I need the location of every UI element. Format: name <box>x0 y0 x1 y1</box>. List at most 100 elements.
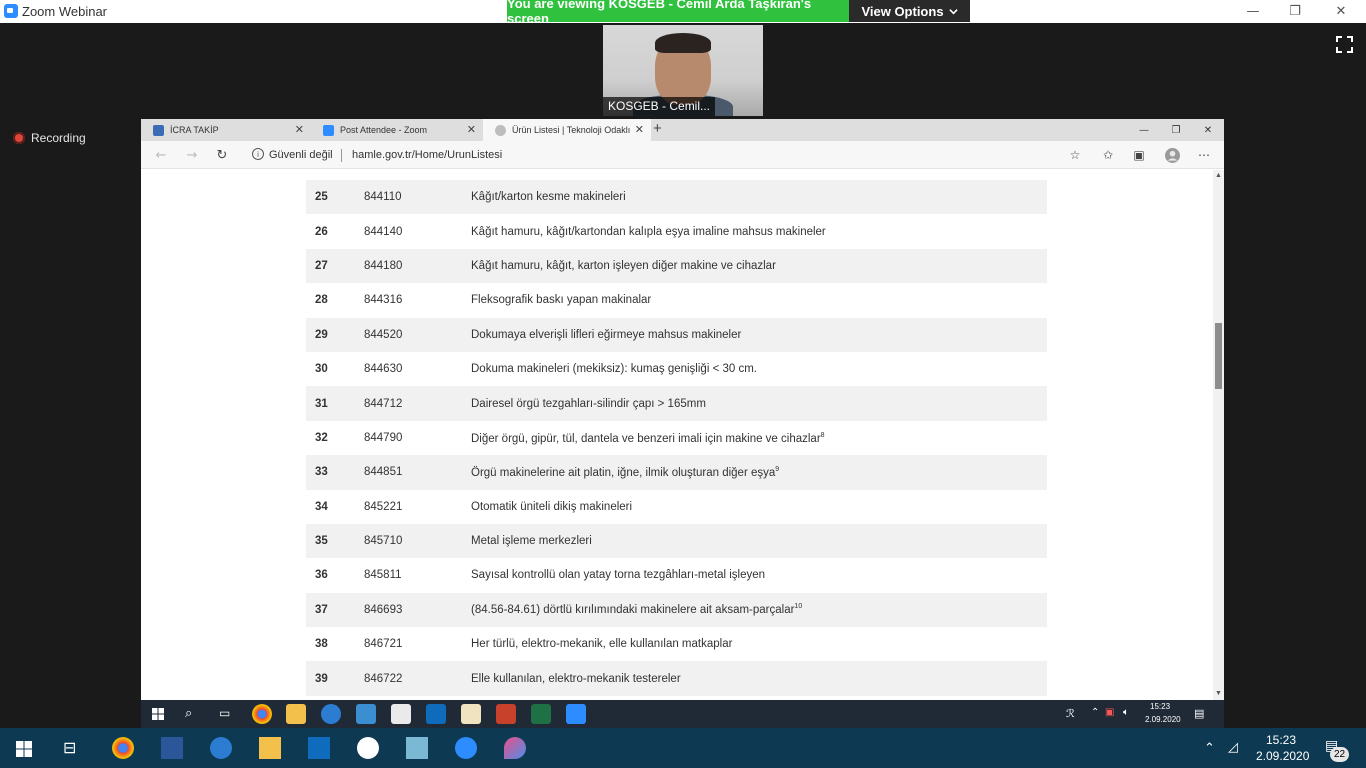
footnote-ref[interactable]: 10 <box>794 603 802 610</box>
wifi-icon[interactable]: ◿ <box>1228 739 1238 755</box>
shared-browser-window: İCRA TAKİP ✕ Post Attendee - Zoom ✕ Ürün… <box>141 119 1224 700</box>
new-tab-icon[interactable]: + <box>653 120 662 137</box>
view-options-button[interactable]: View Options <box>849 0 970 22</box>
page-scrollbar[interactable]: ▲ ▼ <box>1213 170 1224 700</box>
footnote-ref[interactable]: 8 <box>821 432 825 439</box>
local-clock-date[interactable]: 2.09.2020 <box>1256 749 1309 763</box>
store-icon[interactable] <box>391 704 411 724</box>
row-description-text: Fleksografik baskı yapan makinalar <box>471 294 652 307</box>
start-windows-icon[interactable] <box>16 741 32 757</box>
zoom-app-icon[interactable] <box>455 737 477 759</box>
info-icon[interactable]: i <box>252 148 264 160</box>
mail-icon[interactable] <box>356 704 376 724</box>
zoom-maximize-button[interactable]: ❐ <box>1272 0 1318 23</box>
product-table: 25 844110 Kâğıt/karton kesme makineleri 26 8… <box>306 180 1047 696</box>
yandex-icon[interactable] <box>357 737 379 759</box>
edge-icon[interactable] <box>321 704 341 724</box>
volume-icon[interactable]: 🔈︎ <box>1123 707 1129 718</box>
local-taskbar: ⊟ ⌃ ◿ 15:23 2.09.2020 ▤ 22 <box>0 728 1366 768</box>
tab-favicon-icon <box>153 124 164 136</box>
table-row: 30 844630 Dokuma makineleri (mekiksiz): ku… <box>306 351 1047 387</box>
table-row: 34 845221 Otomatik üniteli dikiş makineler… <box>306 489 1047 524</box>
table-row: 28 844316 Fleksografik baskı yapan makinal… <box>306 283 1047 318</box>
scrollbar-thumb[interactable] <box>1215 323 1222 389</box>
scroll-up-icon[interactable]: ▲ <box>1215 172 1222 179</box>
viewing-screen-banner: You are viewing KOSGEB - Cemil Arda Taşk… <box>507 0 849 26</box>
row-description: Kâğıt hamuru, kâğıt/kartondan kalıpla eş… <box>471 226 826 238</box>
zoom-close-button[interactable]: ✕ <box>1318 0 1364 23</box>
file-explorer-icon[interactable] <box>259 737 281 759</box>
search-icon[interactable]: ⌕ <box>185 705 192 721</box>
powerpoint-icon[interactable] <box>496 704 516 724</box>
recording-indicator: Recording <box>13 131 86 145</box>
row-description-text: Her türlü, elektro-mekanik, elle kullanı… <box>471 638 733 651</box>
address-bar[interactable]: hamle.gov.tr/Home/UrunListesi <box>352 149 502 161</box>
profile-avatar-icon[interactable] <box>1164 147 1180 163</box>
outlook-icon[interactable] <box>308 737 330 759</box>
word-icon[interactable] <box>161 737 183 759</box>
start-windows-icon[interactable] <box>152 708 164 720</box>
notes-icon[interactable] <box>461 704 481 724</box>
recording-label: Recording <box>31 131 86 145</box>
row-code: 844630 <box>364 363 403 376</box>
browser-restore-button[interactable]: ❐ <box>1160 119 1192 141</box>
remote-clock-date[interactable]: 2.09.2020 <box>1145 715 1181 724</box>
excel-icon[interactable] <box>531 704 551 724</box>
browser-tab-zoom[interactable]: Post Attendee - Zoom ✕ <box>311 119 483 141</box>
row-code: 845710 <box>364 535 403 548</box>
scroll-down-icon[interactable]: ▼ <box>1215 690 1222 697</box>
outlook-icon[interactable] <box>426 704 446 724</box>
favorites-icon[interactable]: ✩ <box>1100 147 1116 163</box>
row-description: Dairesel örgü tezgahları-silindir çapı >… <box>471 398 706 410</box>
row-code: 844712 <box>364 397 403 410</box>
paint-icon[interactable] <box>504 737 526 759</box>
url-separator <box>341 149 342 162</box>
chrome-icon[interactable] <box>252 704 272 724</box>
chrome-icon[interactable] <box>112 737 134 759</box>
refresh-icon[interactable]: ↻ <box>213 146 231 164</box>
remote-clock-time[interactable]: 15:23 <box>1150 702 1170 711</box>
browser-close-button[interactable]: ✕ <box>1192 119 1224 141</box>
tab-close-icon[interactable]: ✕ <box>635 123 644 136</box>
row-description: Dokuma makineleri (mekiksiz): kumaş geni… <box>471 363 757 375</box>
browser-tab-icra[interactable]: İCRA TAKİP ✕ <box>141 119 311 141</box>
battery-icon[interactable]: ▣ <box>1105 707 1114 718</box>
row-number: 31 <box>315 397 328 410</box>
task-view-icon[interactable]: ▭ <box>219 706 230 720</box>
local-clock-time[interactable]: 15:23 <box>1266 733 1296 747</box>
tab-label: Ürün Listesi | Teknoloji Odaklı Sa <box>512 125 632 135</box>
action-center-icon[interactable]: ▤ <box>1194 707 1204 720</box>
video-participant-label: KOSGEB - Cemil... <box>603 97 716 116</box>
people-icon[interactable]: ℛ <box>1066 707 1075 720</box>
browser-tab-urun-listesi[interactable]: Ürün Listesi | Teknoloji Odaklı Sa ✕ <box>483 119 651 141</box>
task-view-icon[interactable]: ⊟ <box>63 738 76 758</box>
row-code: 844520 <box>364 328 403 341</box>
table-row: 36 845811 Sayısal kontrollü olan yatay tor… <box>306 558 1047 593</box>
table-row: 39 846722 Elle kullanılan, elektro-mekanik… <box>306 661 1047 696</box>
collections-icon[interactable]: ▣ <box>1131 147 1147 163</box>
back-arrow-icon[interactable]: ← <box>152 146 170 164</box>
security-status[interactable]: Güvenli değil <box>269 149 333 161</box>
video-tile[interactable]: KOSGEB - Cemil... <box>603 25 763 116</box>
forward-arrow-icon[interactable]: → <box>183 146 201 164</box>
tray-chevron-icon[interactable]: ⌃ <box>1204 740 1215 756</box>
row-number: 37 <box>315 603 328 616</box>
row-description-text: Kâğıt/karton kesme makineleri <box>471 191 626 204</box>
app-icon[interactable] <box>406 737 428 759</box>
zoom-app-icon[interactable] <box>566 704 586 724</box>
footnote-ref[interactable]: 9 <box>775 466 779 473</box>
browser-minimize-button[interactable]: — <box>1128 119 1160 141</box>
tray-chevron-icon[interactable]: ⌃ <box>1091 707 1099 718</box>
edge-icon[interactable] <box>210 737 232 759</box>
row-description: Kâğıt/karton kesme makineleri <box>471 191 626 203</box>
file-explorer-icon[interactable] <box>286 704 306 724</box>
row-description-text: (84.56-84.61) dörtlü kırılımındaki makin… <box>471 604 795 617</box>
tab-close-icon[interactable]: ✕ <box>295 123 304 136</box>
table-row: 25 844110 Kâğıt/karton kesme makineleri <box>306 180 1047 215</box>
more-menu-icon[interactable]: ⋯ <box>1196 147 1212 163</box>
star-icon[interactable]: ☆ <box>1067 147 1083 163</box>
row-description: Fleksografik baskı yapan makinalar <box>471 294 651 306</box>
tab-close-icon[interactable]: ✕ <box>467 123 476 136</box>
zoom-minimize-button[interactable]: — <box>1230 0 1276 23</box>
fullscreen-icon[interactable] <box>1336 36 1353 53</box>
